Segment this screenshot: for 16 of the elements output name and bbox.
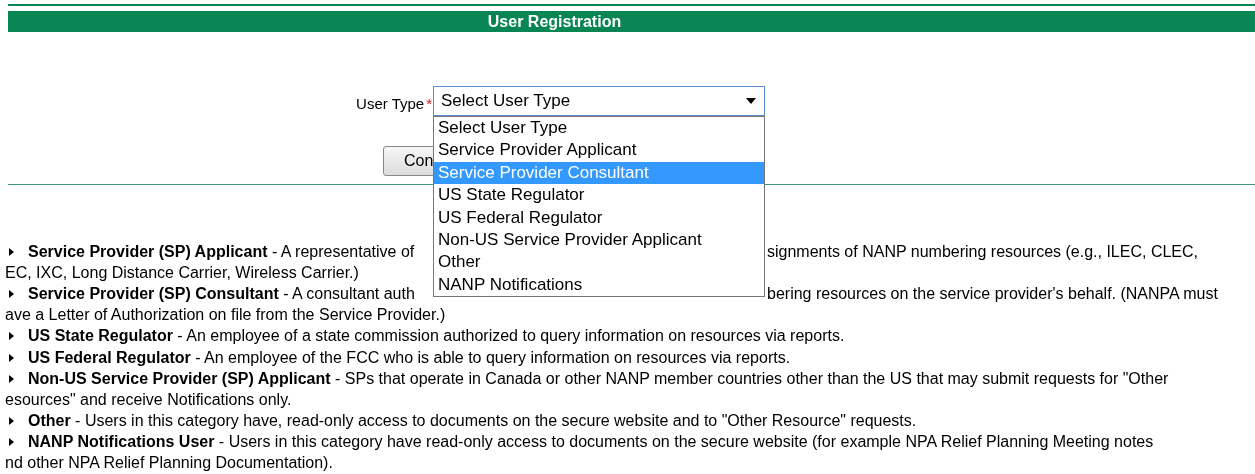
description-text: US Federal Regulator - An employee of the FCC who is able to query information on resources via reports. xyxy=(28,348,791,367)
field-label: User Type xyxy=(356,94,425,112)
description-text: US State Regulator - An employee of a state commission authorized to query information on resources via reports. xyxy=(28,327,845,346)
required-mark: * xyxy=(426,94,432,112)
description-text: Other - Users in this category have, read-only access to documents on the secure website and to "Other Resource" requests. xyxy=(28,412,917,431)
description-text: Non-US Service Provider (SP) Applicant - SPs that operate in Canada or other NANP member countries other than the US that may submit requests for "Other xyxy=(28,369,1169,388)
description-text: signments of NANP numbering resources (e.g., ILEC, CLEC, xyxy=(767,242,1198,261)
description-text: nd other NPA Relief Planning Documentation). xyxy=(5,454,333,473)
description-text: EC, IXC, Long Distance Carrier, Wireless Carrier.) xyxy=(5,263,359,282)
description-text: esources" and receive Notifications only. xyxy=(5,390,292,409)
description-text: NANP Notifications User - Users in this category have read-only access to documents on the secure website (for example NPA Relief Planning Meeting notes xyxy=(28,433,1154,452)
page-title: User Registration xyxy=(487,12,622,32)
description-text: bering resources on the service provider's behalf. (NANPA must xyxy=(767,284,1218,303)
description-text: Service Provider (SP) Consultant - A consultant auth xyxy=(28,284,415,303)
description-text: ave a Letter of Authorization on file from the Service Provider.) xyxy=(5,306,446,325)
description-text: Service Provider (SP) Applicant - A representative of xyxy=(28,242,415,261)
